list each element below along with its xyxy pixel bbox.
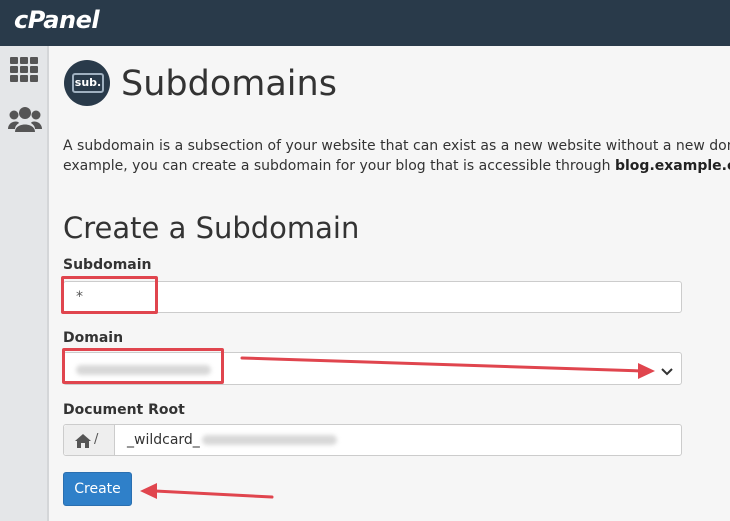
arrow-to-create-button — [153, 489, 274, 499]
arrow-to-domain-chevron — [240, 356, 644, 373]
annotation-arrows — [140, 356, 655, 499]
arrow-head-right — [638, 363, 655, 379]
arrow-head-left — [140, 483, 157, 499]
